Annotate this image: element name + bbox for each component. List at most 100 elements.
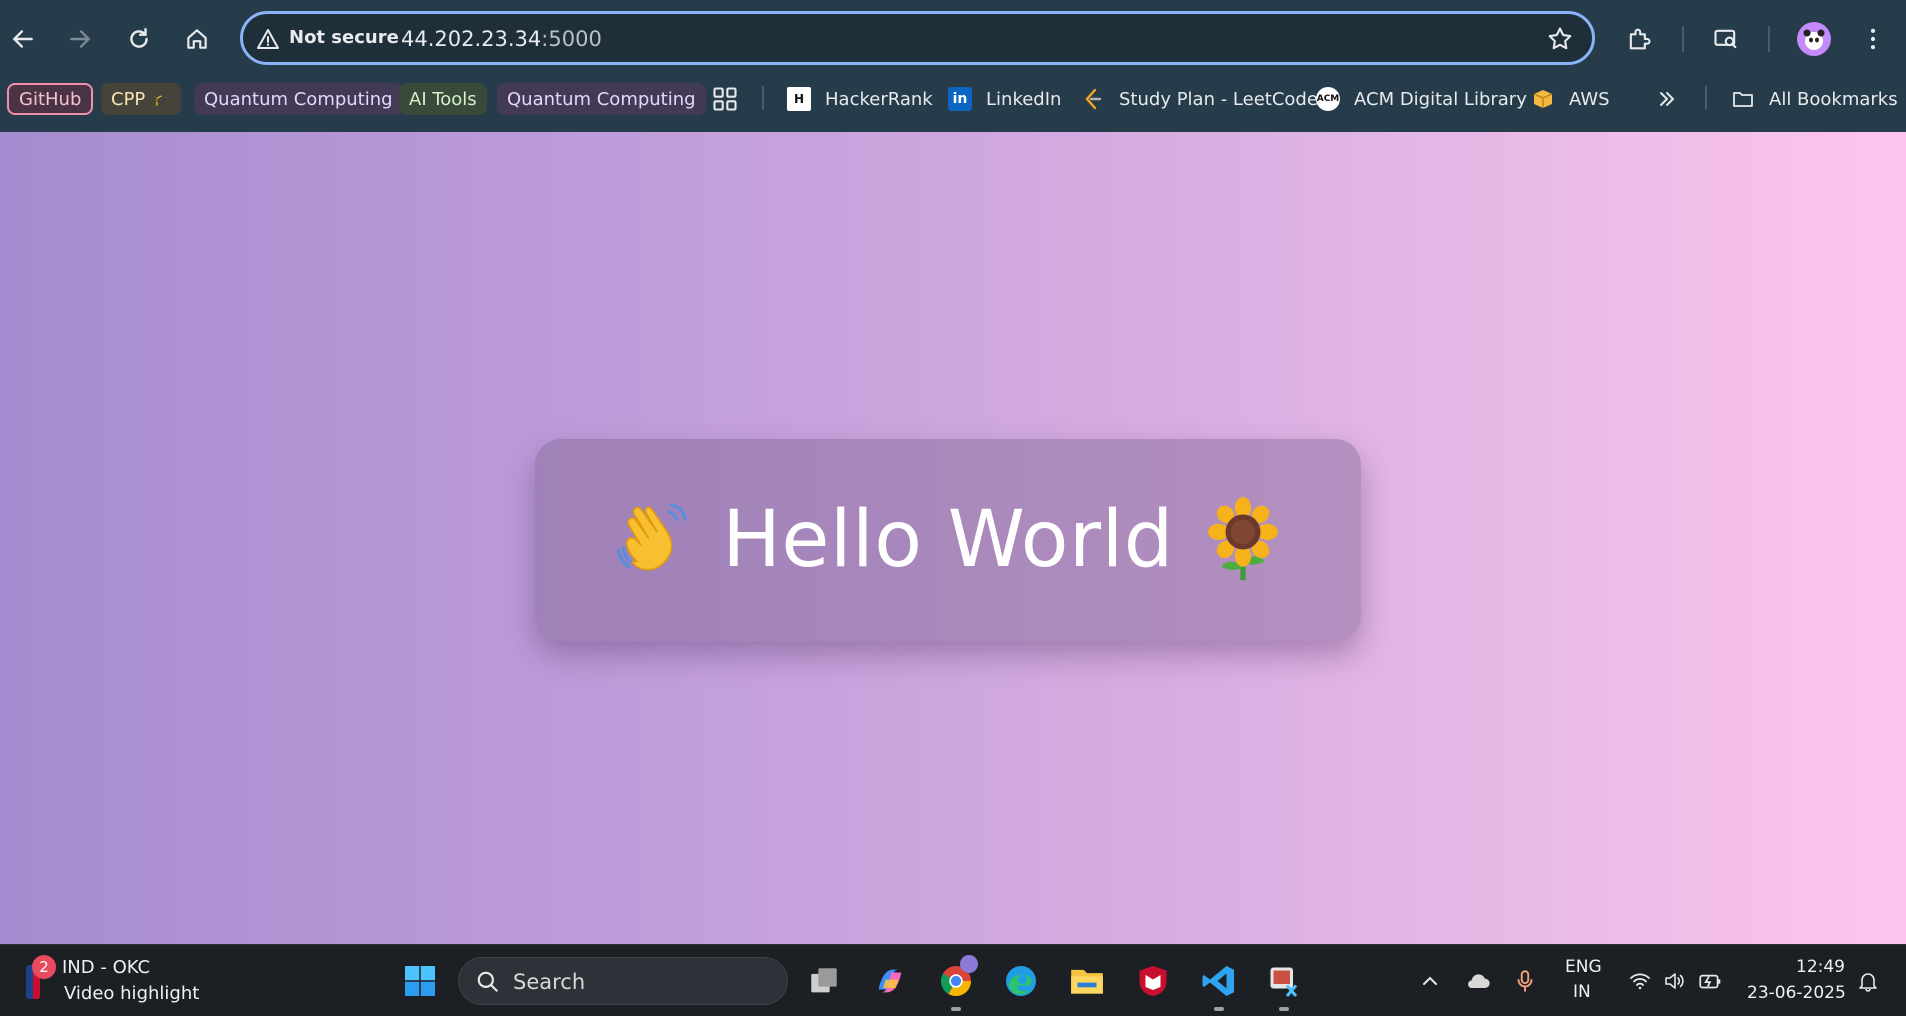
reload-icon [130,28,148,48]
volume-button[interactable] [1654,961,1694,1001]
extensions-button[interactable] [1618,18,1660,60]
hackerrank-icon: H [787,87,811,111]
vscode-icon [1202,966,1234,996]
copilot-icon [878,969,902,993]
snipping-tool-icon [1270,967,1298,997]
arrow-left-icon [12,30,33,48]
news-title: IND - OKC [62,957,151,978]
bookmark-ai-tools[interactable]: AI Tools [399,83,487,115]
home-icon [187,29,207,49]
hello-card: Hello World [535,439,1361,641]
microphone-button[interactable] [1505,961,1545,1001]
bookmark-label: GitHub [19,88,82,110]
bookmark-cpp[interactable]: CPP 🎓 [101,83,181,115]
onedrive-button[interactable] [1458,961,1498,1001]
acm-icon: ACM [1316,87,1340,111]
edge-icon [1006,966,1036,996]
battery-button[interactable] [1690,961,1730,1001]
bookmark-label: HackerRank [825,88,933,110]
panda-avatar-icon [1803,29,1825,50]
arrow-right-icon [70,30,91,48]
more-bookmarks-button[interactable] [1655,83,1679,115]
reload-button[interactable] [116,16,162,62]
profile-avatar[interactable] [1797,22,1831,56]
bookmark-linkedin[interactable]: in LinkedIn [948,83,1061,115]
waving-hand-icon [616,503,688,571]
back-button[interactable] [0,16,46,62]
address-bar[interactable]: Not secure 44.202.23.34:5000 [240,11,1595,65]
windows-taskbar: 2 IND - OKC Video highlight Search ENG I… [0,944,1906,1016]
folder-icon [1731,87,1755,111]
bell-icon [1859,973,1877,992]
bookmark-divider [1705,86,1707,110]
start-button[interactable] [400,961,440,1001]
bookmark-label: AWS [1569,88,1610,110]
graduation-cap-icon: 🎓 [153,91,171,107]
bookmark-quantum-computing-2[interactable]: Quantum Computing [497,83,706,115]
all-bookmarks-button[interactable]: All Bookmarks [1731,83,1898,115]
search-label: Search [513,970,586,994]
edge-button[interactable] [1001,961,1041,1001]
bookmark-aws[interactable]: AWS [1531,83,1610,115]
profile-badge-icon [960,955,978,973]
lens-button[interactable] [1705,18,1747,60]
url-port: :5000 [541,27,602,51]
bookmark-acm[interactable]: ACM ACM Digital Library [1316,83,1527,115]
bookmark-label: ACM Digital Library [1354,88,1527,110]
url-text[interactable]: 44.202.23.34:5000 [401,27,602,51]
copilot-button[interactable] [870,961,910,1001]
cloud-icon [1468,974,1490,988]
clock-date: 23-06-2025 [1747,983,1846,1003]
page-content: Hello World [0,132,1906,944]
clock-time: 12:49 [1796,957,1845,977]
task-view-button[interactable] [804,961,844,1001]
taskbar-search[interactable]: Search [458,957,788,1005]
bookmark-quantum-computing[interactable]: Quantum Computing [194,83,403,115]
bookmark-label: Quantum Computing [507,88,696,110]
mcafee-shield-icon [1139,966,1167,996]
news-subtitle: Video highlight [64,983,200,1004]
folder-icon [1071,969,1103,994]
menu-button[interactable] [1852,18,1894,60]
chevron-double-right-icon [1660,92,1675,106]
tab-groups-button[interactable] [711,83,739,115]
bookmark-label: Quantum Computing [204,88,393,110]
snipping-tool-button[interactable] [1264,961,1304,1001]
toolbar-divider [1682,26,1684,52]
file-explorer-button[interactable] [1067,961,1107,1001]
bookmark-leetcode[interactable]: Study Plan - LeetCode [1081,83,1318,115]
greeting: Hello World [584,495,1312,585]
linkedin-icon: in [948,87,972,111]
bookmark-github[interactable]: GitHub [7,83,94,115]
forward-button[interactable] [57,16,103,62]
running-indicator [1214,1007,1224,1011]
warning-icon[interactable] [256,27,280,51]
home-button[interactable] [174,16,220,62]
star-icon[interactable] [1546,25,1574,53]
running-indicator [951,1007,961,1011]
mcafee-button[interactable] [1133,961,1173,1001]
bookmark-label: LinkedIn [986,88,1062,110]
greeting-text: Hello World [722,495,1174,585]
browser-chrome: Not secure 44.202.23.34:5000 GitHub CPP 🎓… [0,0,1906,132]
vscode-button[interactable] [1199,961,1239,1001]
security-status[interactable]: Not secure [289,27,399,48]
task-view-icon [811,968,837,993]
chrome-button[interactable] [936,955,978,1001]
running-indicator [1279,1007,1289,1011]
clock[interactable]: 12:49 23-06-2025 [1742,945,1862,1016]
toolbar-divider [1768,26,1770,52]
search-icon [477,971,498,992]
language-label: ENG [1565,957,1602,977]
bookmark-label: AI Tools [409,88,477,110]
region-label: IN [1573,982,1591,1002]
bookmark-divider [762,86,764,110]
bookmark-hackerrank[interactable]: H HackerRank [787,83,933,115]
windows-logo-icon [405,966,435,996]
screen-search-icon [1714,29,1737,49]
news-widget[interactable]: 2 IND - OKC Video highlight [0,945,200,1016]
language-indicator[interactable]: ENG IN [1560,945,1606,1016]
show-hidden-icons-button[interactable] [1410,961,1450,1001]
url-host: 44.202.23.34 [401,27,542,51]
notifications-button[interactable] [1848,961,1888,1001]
